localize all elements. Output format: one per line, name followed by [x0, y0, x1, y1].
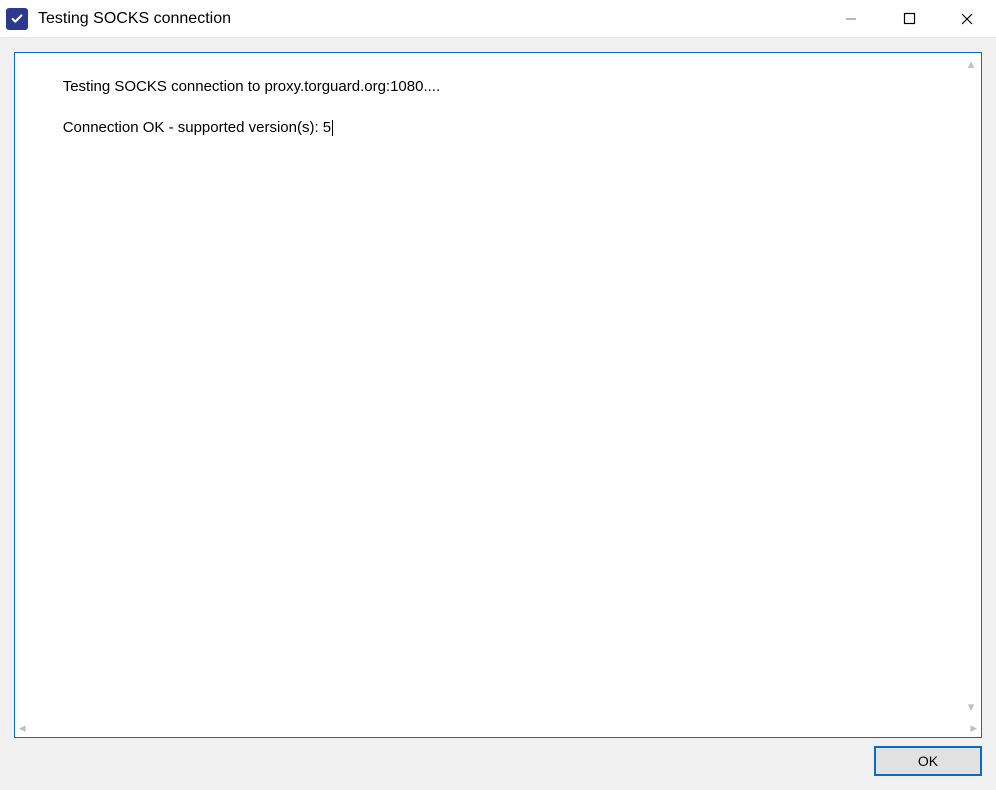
- ok-button[interactable]: OK: [874, 746, 982, 776]
- vertical-scrollbar[interactable]: ▴ ▾: [961, 53, 981, 717]
- dialog-button-row: OK: [14, 738, 982, 776]
- log-line: Connection OK - supported version(s): 5: [63, 119, 331, 136]
- scroll-right-icon[interactable]: ▸: [970, 721, 977, 734]
- scroll-down-icon[interactable]: ▾: [968, 700, 975, 713]
- maximize-button[interactable]: [880, 0, 938, 37]
- maximize-icon: [903, 12, 916, 25]
- scroll-up-icon[interactable]: ▴: [968, 57, 975, 70]
- minimize-icon: [844, 12, 858, 26]
- text-caret: [332, 120, 333, 136]
- horizontal-scrollbar[interactable]: ◂ ▸: [15, 717, 981, 737]
- log-content: Testing SOCKS connection to proxy.torgua…: [15, 53, 961, 717]
- close-icon: [960, 12, 974, 26]
- minimize-button[interactable]: [822, 0, 880, 37]
- window-title: Testing SOCKS connection: [38, 10, 822, 28]
- close-button[interactable]: [938, 0, 996, 37]
- client-area: Testing SOCKS connection to proxy.torgua…: [0, 38, 996, 790]
- dialog-window: Testing SOCKS connection: [0, 0, 996, 790]
- log-textbox[interactable]: Testing SOCKS connection to proxy.torgua…: [14, 52, 982, 738]
- app-icon: [6, 8, 28, 30]
- log-line: Testing SOCKS connection to proxy.torgua…: [63, 78, 440, 95]
- window-controls: [822, 0, 996, 37]
- scroll-left-icon[interactable]: ◂: [19, 721, 26, 734]
- titlebar[interactable]: Testing SOCKS connection: [0, 0, 996, 38]
